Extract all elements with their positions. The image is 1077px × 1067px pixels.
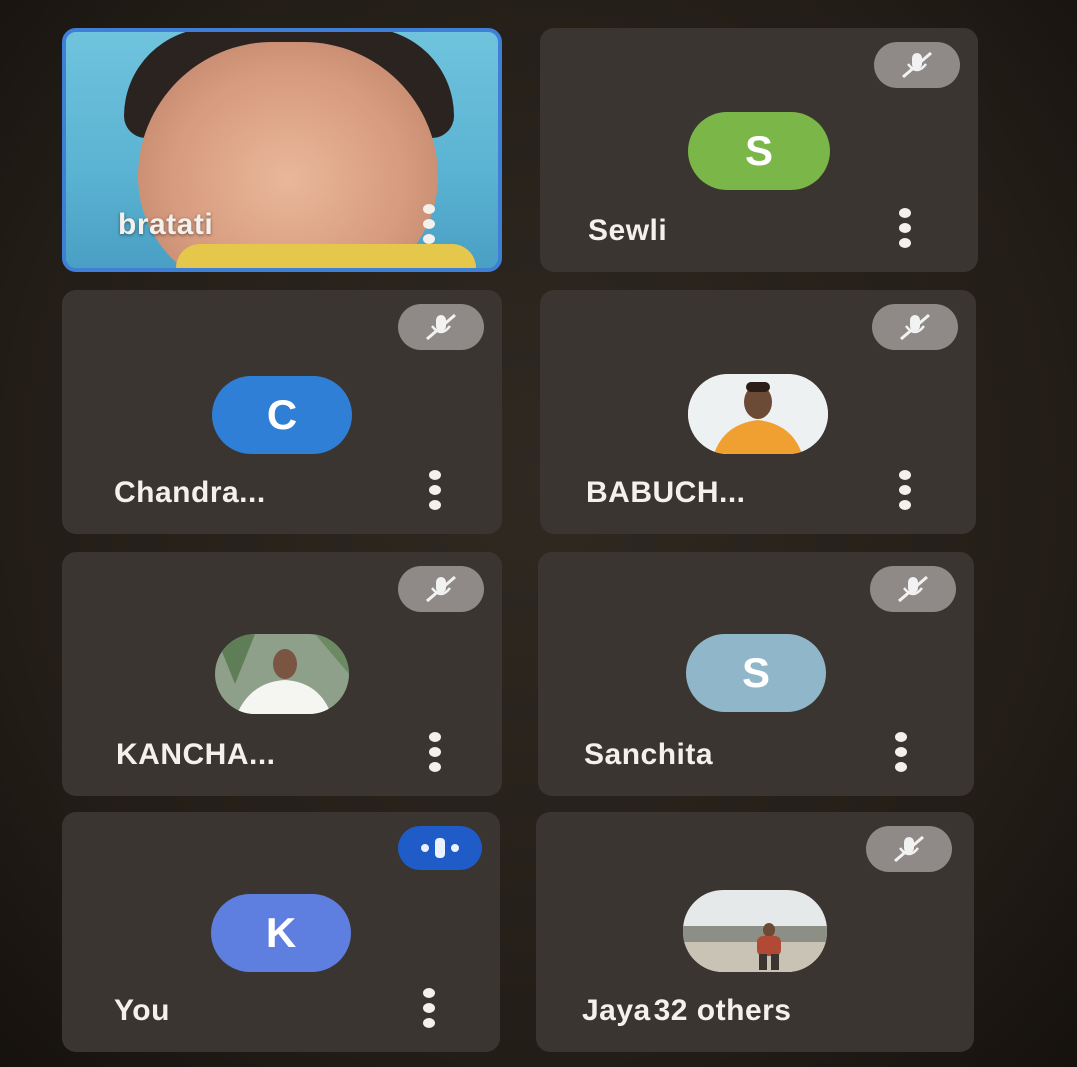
meeting-grid: bratati S Sewli C Chandra... BABUCH... K… — [0, 0, 1077, 1067]
audio-level-icon — [398, 826, 482, 870]
video-feed-shirt — [176, 244, 476, 268]
participant-tile-you[interactable]: K You — [62, 812, 500, 1052]
participant-name: Sanchita — [584, 738, 714, 771]
participant-tile-sanchita[interactable]: S Sanchita — [538, 552, 974, 796]
participant-name: Sewli — [588, 214, 668, 247]
mic-off-icon — [398, 566, 484, 612]
more-options-button[interactable] — [894, 732, 908, 772]
avatar: S — [686, 634, 826, 712]
participant-name: Chandra... — [114, 476, 266, 509]
more-options-button[interactable] — [422, 204, 436, 244]
mic-off-icon — [874, 42, 960, 88]
more-vert-icon — [429, 470, 441, 480]
more-options-button[interactable] — [898, 208, 912, 248]
participant-name-first: Jaya — [582, 994, 651, 1027]
more-vert-icon — [899, 208, 911, 218]
more-vert-icon — [423, 204, 435, 214]
avatar: S — [688, 112, 830, 190]
participant-tile-bratati[interactable]: bratati — [62, 28, 502, 272]
more-vert-icon — [429, 732, 441, 742]
more-options-button[interactable] — [428, 470, 442, 510]
more-options-button[interactable] — [428, 732, 442, 772]
mic-off-icon — [870, 566, 956, 612]
avatar: K — [211, 894, 351, 972]
mic-off-icon — [872, 304, 958, 350]
mic-off-icon — [398, 304, 484, 350]
participant-name: bratati — [118, 208, 214, 241]
more-options-button[interactable] — [898, 470, 912, 510]
avatar-photo — [683, 890, 827, 972]
others-count: 32 others — [653, 994, 792, 1027]
participant-name: BABUCH... — [586, 476, 746, 509]
more-options-button[interactable] — [422, 988, 436, 1028]
more-vert-icon — [895, 732, 907, 742]
participant-name: You — [114, 994, 170, 1027]
more-vert-icon — [423, 988, 435, 998]
participant-tile-chandra[interactable]: C Chandra... — [62, 290, 502, 534]
avatar-photo — [688, 374, 828, 454]
participant-name: KANCHA... — [116, 738, 276, 771]
participant-name: Jaya 32 others — [582, 994, 791, 1028]
avatar: C — [212, 376, 352, 454]
participant-tile-kancha[interactable]: KANCHA... — [62, 552, 502, 796]
avatar-photo — [215, 634, 349, 714]
participant-tile-babuch[interactable]: BABUCH... — [540, 290, 976, 534]
mic-off-icon — [866, 826, 952, 872]
participant-tile-sewli[interactable]: S Sewli — [540, 28, 978, 272]
more-vert-icon — [899, 470, 911, 480]
participant-tile-others[interactable]: Jaya 32 others — [536, 812, 974, 1052]
